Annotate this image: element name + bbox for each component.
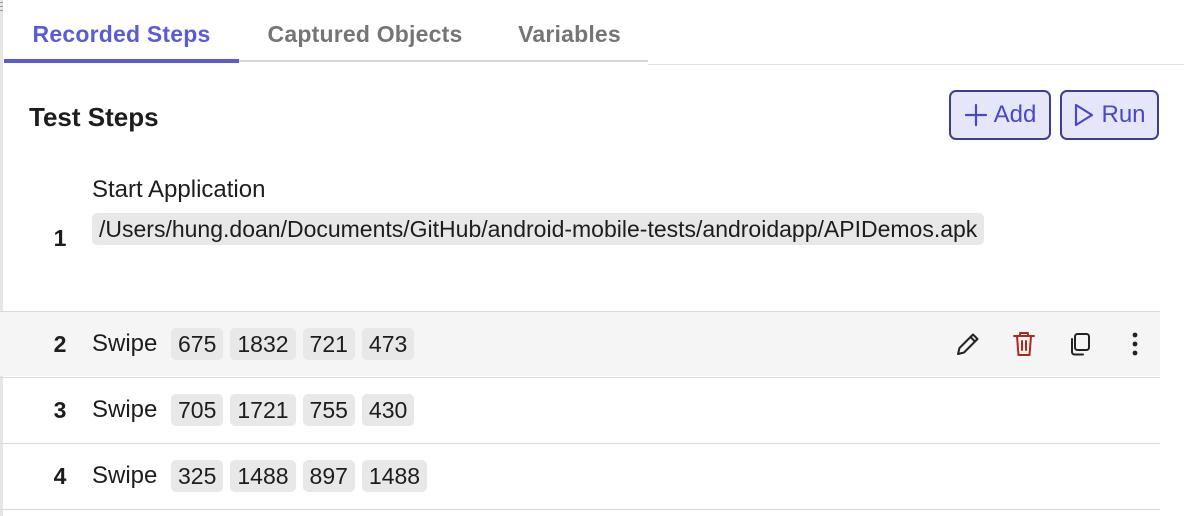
row-divider: [0, 509, 1160, 510]
step-row[interactable]: 4 Swipe 325 1488 897 1488: [0, 443, 1160, 508]
row-actions: [0, 312, 1160, 376]
param-chip: 897: [302, 460, 355, 492]
step-number: 3: [53, 397, 67, 423]
run-button-label: Run: [1101, 101, 1146, 128]
trash-icon[interactable]: [1008, 328, 1040, 360]
section-title: Test Steps: [29, 102, 159, 132]
param-chip: 325: [171, 460, 224, 492]
param-chip: 1488: [361, 460, 428, 492]
tab-captured-objects[interactable]: Captured Objects: [239, 0, 491, 63]
tab-variables[interactable]: Variables: [491, 0, 648, 63]
step-params: 705 1721 755 430: [171, 394, 415, 426]
tab-recorded-steps[interactable]: Recorded Steps: [4, 0, 239, 63]
more-vertical-icon[interactable]: [1119, 328, 1151, 360]
step-row[interactable]: 3 Swipe 705 1721 755 430: [0, 377, 1160, 442]
tab-bar: Recorded Steps Captured Objects Variable…: [4, 0, 648, 63]
param-chip: 430: [361, 394, 415, 426]
param-chip: 705: [171, 394, 224, 426]
app-path-chip: /Users/hung.doan/Documents/GitHub/androi…: [92, 213, 985, 245]
param-chip: 755: [302, 394, 355, 426]
step-title: Start Application: [92, 176, 266, 203]
copy-icon[interactable]: [1064, 328, 1096, 360]
pencil-icon[interactable]: [952, 328, 984, 360]
play-icon: [1073, 103, 1095, 127]
plus-icon: [964, 103, 988, 127]
run-button[interactable]: Run: [1060, 90, 1159, 140]
step-action: Swipe: [92, 396, 158, 423]
tab-active-indicator: [4, 59, 239, 63]
step-number: 1: [53, 225, 67, 251]
add-button-label: Add: [993, 101, 1037, 128]
step-number: 4: [53, 463, 67, 489]
param-chip: 1721: [230, 394, 296, 426]
step-params: 325 1488 897 1488: [171, 460, 428, 492]
step-action: Swipe: [92, 462, 158, 489]
add-step-button[interactable]: Add: [949, 90, 1051, 140]
param-chip: 1488: [230, 460, 296, 492]
step-row[interactable]: 2 Swipe 675 1832 721 473: [0, 311, 1160, 376]
header-divider: [648, 64, 1184, 65]
